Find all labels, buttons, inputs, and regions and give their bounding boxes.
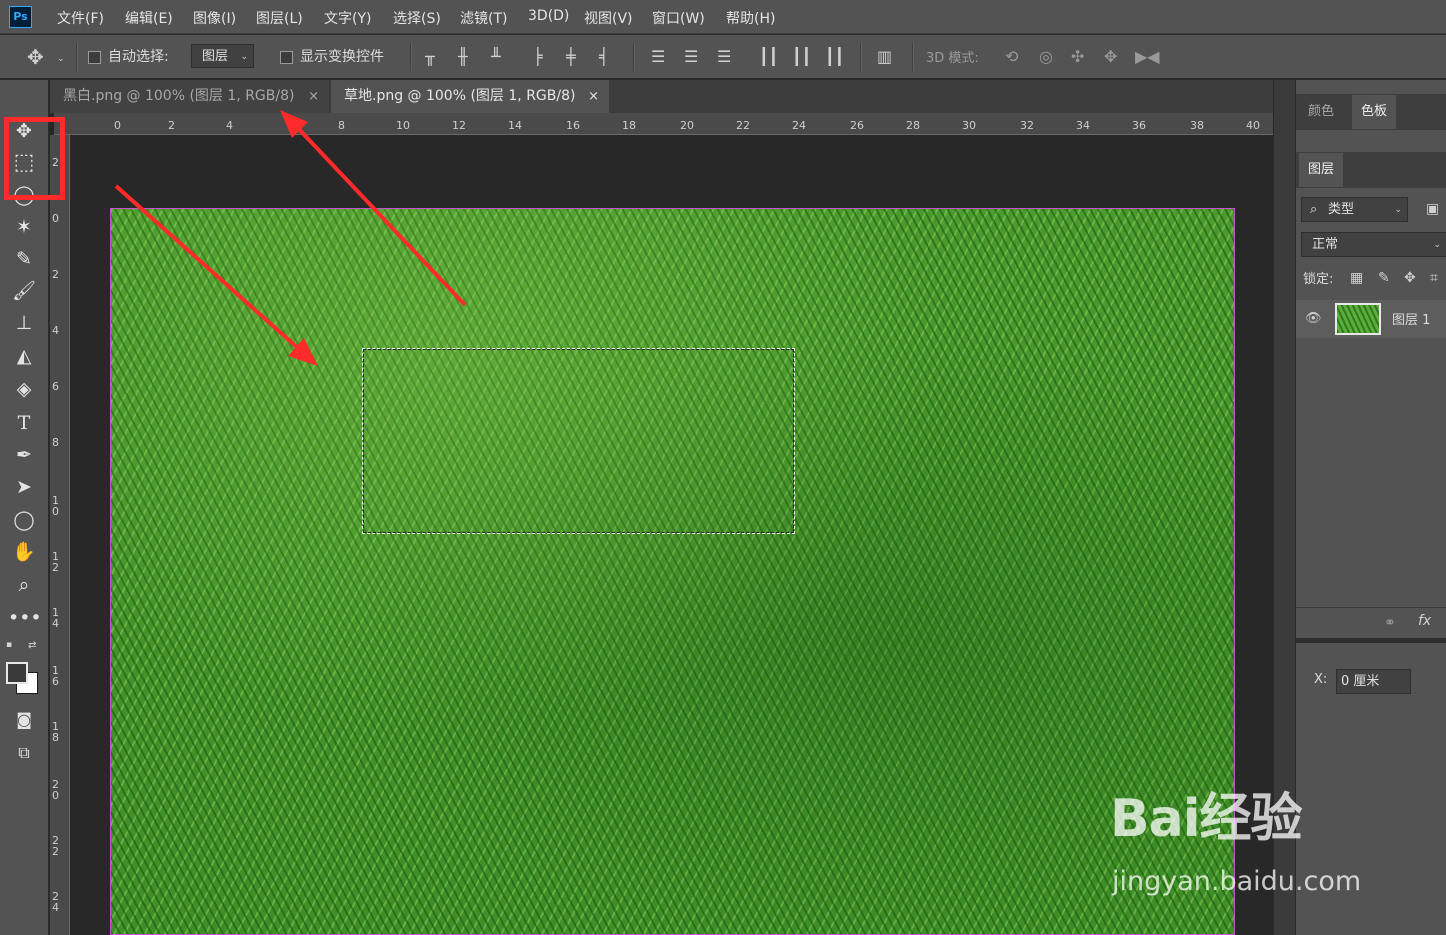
baidu-watermark-url: jingyan.baidu.com xyxy=(1112,866,1362,897)
arrow-line-to-tab xyxy=(293,123,467,307)
lock-artboard-icon[interactable]: ⌗ xyxy=(1430,269,1438,287)
link-icon[interactable]: ⚭ xyxy=(1384,614,1396,632)
tab-color[interactable]: 颜色 xyxy=(1299,95,1343,129)
blend-mode-value: 正常 xyxy=(1312,237,1339,252)
tab-swatches[interactable]: 色板 xyxy=(1352,95,1397,129)
layer-filter-dropdown[interactable]: ⌕ 类型 ⌄ xyxy=(1301,197,1408,222)
eye-icon[interactable]: 👁 xyxy=(1305,310,1322,328)
right-panels: 颜色 色板 图层 ⌕ 类型 ⌄ ▣ 正常 ⌄ 锁定: ▦ ✎ ✥ ⌗ 👁 图层 … xyxy=(1295,80,1446,935)
lock-transparent-icon[interactable]: ▦ xyxy=(1350,269,1363,287)
lock-pixels-icon[interactable]: ✎ xyxy=(1378,269,1390,287)
image-filter-icon[interactable]: ▣ xyxy=(1426,200,1439,218)
fx-icon[interactable]: fx xyxy=(1418,612,1431,630)
x-value: 0 厘米 xyxy=(1341,674,1380,689)
layers-panel-tabs: 图层 xyxy=(1296,152,1446,188)
chevron-down-icon: ⌄ xyxy=(1394,205,1402,215)
layer-row[interactable]: 👁 图层 1 xyxy=(1296,300,1446,338)
x-position-field[interactable]: 0 厘米 xyxy=(1336,669,1411,694)
layers-footer: ⚭ fx xyxy=(1296,607,1446,637)
layer-filter-value: 类型 xyxy=(1328,202,1355,217)
color-panel-tabs: 颜色 色板 xyxy=(1296,94,1446,130)
chevron-down-icon: ⌄ xyxy=(1433,240,1441,250)
panel-divider xyxy=(1296,638,1446,643)
arrow-line-to-canvas xyxy=(114,184,302,352)
lock-position-icon[interactable]: ✥ xyxy=(1404,269,1416,287)
lock-label: 锁定: xyxy=(1303,272,1334,287)
tab-layers[interactable]: 图层 xyxy=(1299,153,1344,187)
x-label: X: xyxy=(1314,672,1328,687)
layer-name[interactable]: 图层 1 xyxy=(1392,309,1430,328)
baidu-watermark: Bai经验 xyxy=(1110,789,1303,849)
blend-mode-dropdown[interactable]: 正常 ⌄ xyxy=(1301,232,1446,257)
layer-thumbnail xyxy=(1335,303,1381,335)
search-icon: ⌕ xyxy=(1310,202,1318,217)
